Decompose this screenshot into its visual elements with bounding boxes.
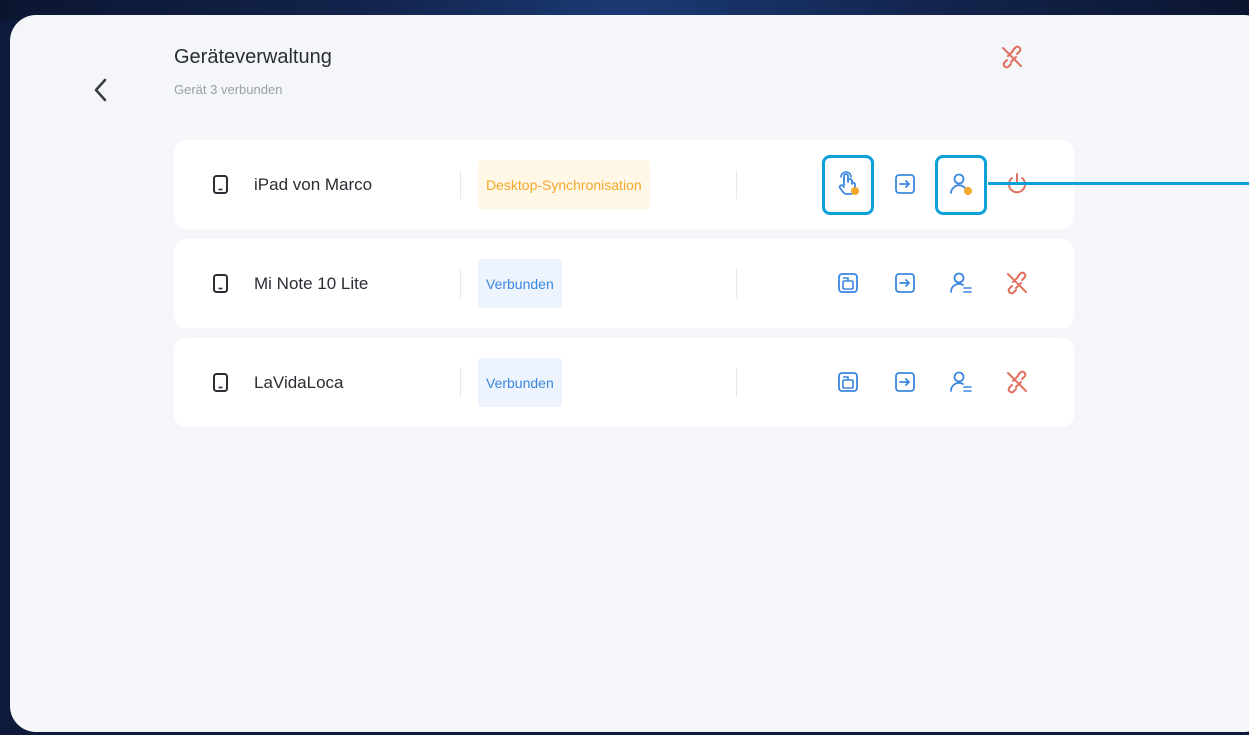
unlink-icon	[1007, 370, 1027, 394]
callout-line	[988, 182, 1249, 185]
file-transfer-button[interactable]	[888, 266, 922, 300]
file-transfer-button[interactable]	[888, 365, 922, 399]
tablet-icon	[213, 175, 228, 194]
file-transfer-icon	[895, 273, 915, 293]
divider	[460, 269, 461, 298]
touch-hand-icon	[838, 171, 859, 195]
device-card: Mi Note 10 Lite Verbunden	[174, 239, 1074, 328]
tablet-icon	[213, 274, 228, 293]
connected-count: Gerät 3 verbunden	[174, 82, 283, 97]
device-name: iPad von Marco	[254, 175, 373, 194]
status-badge: Verbunden	[478, 259, 562, 308]
status-badge: Verbunden	[478, 358, 562, 407]
divider	[736, 269, 737, 298]
unlink-icon	[1002, 45, 1022, 69]
unlink-icon	[1007, 271, 1027, 295]
remote-control-button[interactable]	[831, 167, 865, 201]
screen-mirror-icon	[838, 372, 858, 392]
tablet-icon	[213, 373, 228, 392]
user-permissions-button[interactable]	[944, 167, 978, 201]
chevron-left-icon	[94, 78, 107, 102]
file-transfer-icon	[895, 372, 915, 392]
divider	[736, 368, 737, 397]
disconnect-all-button[interactable]	[996, 41, 1028, 73]
page-title: Geräteverwaltung	[174, 46, 332, 68]
file-transfer-icon	[895, 174, 915, 194]
user-switch-icon	[950, 371, 972, 392]
divider	[736, 170, 737, 199]
screen-mirror-button[interactable]	[831, 266, 865, 300]
divider	[460, 368, 461, 397]
device-card: iPad von Marco Desktop-Synchronisation	[174, 140, 1074, 229]
user-permissions-button[interactable]	[944, 365, 978, 399]
user-sync-icon	[950, 173, 972, 195]
user-permissions-button[interactable]	[944, 266, 978, 300]
back-button[interactable]	[80, 70, 120, 110]
disconnect-button[interactable]	[1000, 266, 1034, 300]
disconnect-button[interactable]	[1000, 365, 1034, 399]
status-badge: Desktop-Synchronisation	[478, 160, 650, 209]
device-name: Mi Note 10 Lite	[254, 274, 369, 293]
device-card: LaVidaLoca Verbunden	[174, 338, 1074, 427]
device-name: LaVidaLoca	[254, 373, 344, 392]
file-transfer-button[interactable]	[888, 167, 922, 201]
divider	[460, 170, 461, 199]
screen-mirror-icon	[838, 273, 858, 293]
screen-mirror-button[interactable]	[831, 365, 865, 399]
user-switch-icon	[950, 272, 972, 293]
